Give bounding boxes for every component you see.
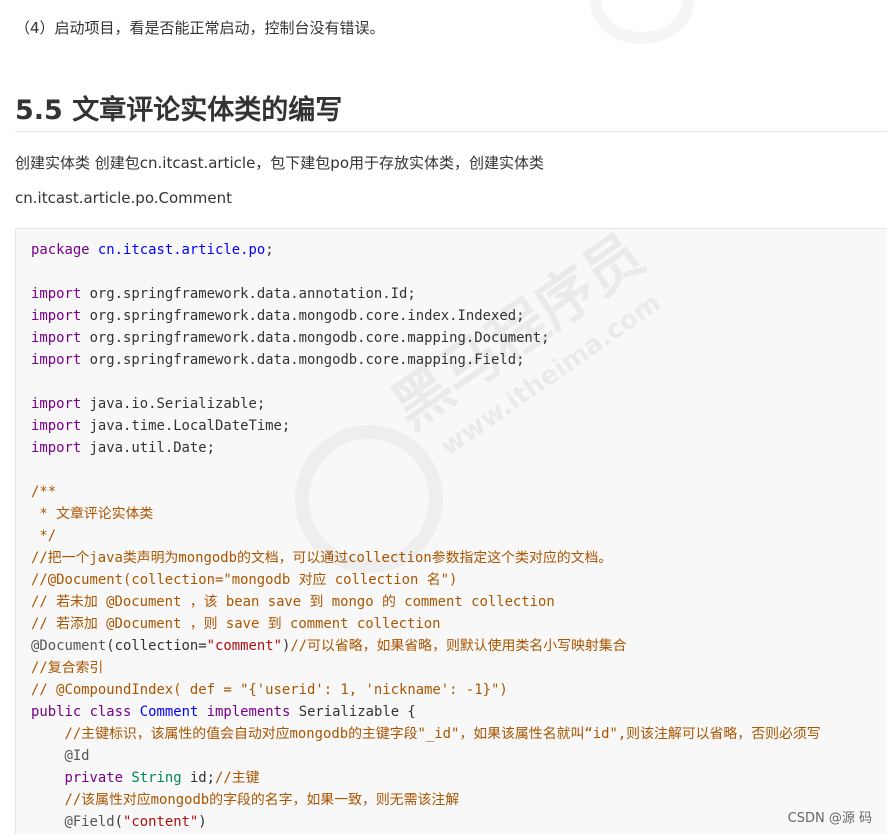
code-interface-name: Serializable (298, 704, 400, 720)
code-keyword: public (31, 704, 82, 720)
paragraph-create-entity: 创建实体类 创建包cn.itcast.article，包下建包po用于存放实体类… (15, 154, 544, 172)
code-keyword: package (31, 242, 90, 258)
code-annotation: @Id (64, 748, 90, 764)
code-keyword: implements (206, 704, 291, 720)
code-comment: //可以省略，如果省略，则默认使用类名小写映射集合 (290, 638, 627, 654)
code-comment: //复合索引 (31, 660, 104, 676)
code-import: org.springframework.data.annotation.Id (89, 286, 408, 302)
section-heading: 5.5 文章评论实体类的编写 (15, 95, 343, 126)
code-import: java.time.LocalDateTime (89, 418, 282, 434)
code-keyword: private (64, 770, 123, 786)
code-annotation-arg: collection (114, 638, 199, 654)
code-comment: //该属性对应mongodb的字段的名字，如果一致，则无需该注解 (64, 792, 460, 808)
code-keyword: import (31, 418, 82, 434)
code-string: "content" (123, 814, 199, 830)
code-comment: //@Document(collection="mongodb 对应 colle… (31, 572, 458, 588)
paragraph-class-path: cn.itcast.article.po.Comment (15, 189, 232, 207)
code-keyword: import (31, 396, 82, 412)
code-annotation: @Document (31, 638, 107, 654)
code-comment: //主键标识，该属性的值会自动对应mongodb的主键字段"_id"，如果该属性… (64, 726, 821, 742)
code-field-name: id (189, 770, 207, 786)
watermark-logo-top (590, 0, 694, 44)
code-comment: // @CompoundIndex( def = "{'userid': 1, … (31, 682, 508, 698)
watermark-logo-icon (295, 425, 443, 573)
code-keyword: import (31, 286, 82, 302)
code-comment: */ (31, 528, 57, 544)
code-string: "comment" (206, 638, 282, 654)
code-keyword: import (31, 330, 82, 346)
code-annotation: @Field (64, 814, 115, 830)
code-keyword: import (31, 352, 82, 368)
step-4-text: （4）启动项目，看是否能正常启动，控制台没有错误。 (15, 19, 385, 37)
code-import: java.util.Date (89, 440, 207, 456)
code-keyword: class (89, 704, 132, 720)
code-comment: // 若未加 @Document ，该 bean save 到 mongo 的 … (31, 594, 555, 610)
code-comment: // 若添加 @Document ，则 save 到 comment colle… (31, 616, 441, 632)
code-keyword: import (31, 440, 82, 456)
code-comment: * 文章评论实体类 (31, 506, 154, 522)
heading-divider (15, 131, 887, 132)
code-keyword: import (31, 308, 82, 324)
code-comment: //主键 (215, 770, 260, 786)
code-type: String (131, 770, 182, 786)
code-import: java.io.Serializable (89, 396, 257, 412)
code-comment: /** (31, 484, 57, 500)
code-class-name: Comment (139, 704, 199, 720)
csdn-watermark: CSDN @源 码 (787, 811, 872, 826)
code-package-name: cn.itcast.article.po (97, 242, 266, 258)
